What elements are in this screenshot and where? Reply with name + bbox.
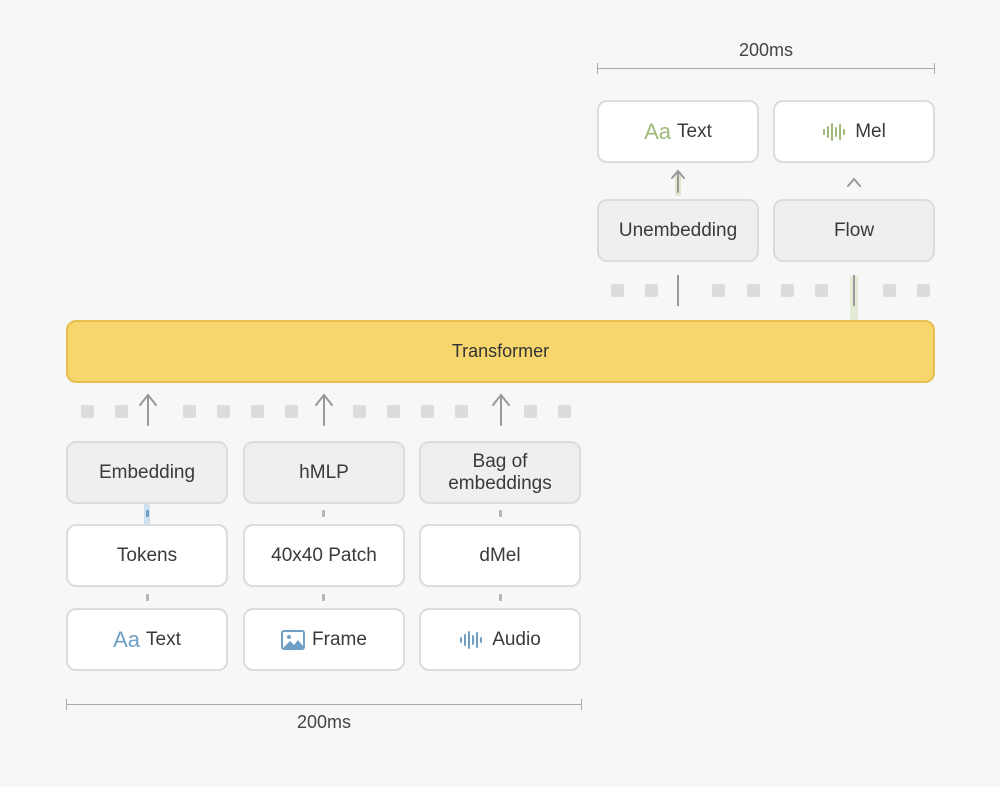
top-dimension-tick-right [934, 63, 935, 74]
dmel-box: dMel [419, 524, 581, 587]
connector-tokens-embedding [146, 510, 149, 517]
arrow-embedding-to-transformer [139, 393, 157, 426]
top-dimension-label: 200ms [738, 40, 794, 60]
input-audio-box: Audio [419, 608, 581, 671]
bottom-dimension-line [66, 704, 582, 705]
output-text-box: Aa Text [597, 100, 759, 163]
top-seq-token [645, 284, 658, 297]
connector-frame-patch [322, 594, 325, 601]
bag-of-embeddings-box: Bag of embeddings [419, 441, 581, 504]
bottom-seq-token [251, 405, 264, 418]
transformer-block: Transformer [66, 320, 935, 383]
output-mel-box: Mel [773, 100, 935, 163]
bottom-dimension-label: 200ms [296, 712, 352, 732]
hmlp-box: hMLP [243, 441, 405, 504]
bottom-seq-token [285, 405, 298, 418]
bottom-seq-token [455, 405, 468, 418]
patch-box: 40x40 Patch [243, 524, 405, 587]
bottom-dimension-tick-right [581, 699, 582, 710]
top-dimension-line [597, 68, 935, 69]
waveform-icon [459, 630, 485, 650]
top-seq-marker-mel [853, 275, 855, 306]
embedding-box: Embedding [66, 441, 228, 504]
bottom-seq-token [421, 405, 434, 418]
top-seq-token [712, 284, 725, 297]
bottom-seq-token [353, 405, 366, 418]
flow-box: Flow [773, 199, 935, 262]
bottom-seq-token [183, 405, 196, 418]
connector-patch-hmlp [322, 510, 325, 517]
arrow-unembedding-to-text [671, 169, 685, 196]
unembedding-box: Unembedding [597, 199, 759, 262]
dmel-label: dMel [479, 544, 521, 566]
input-text-label: Text [146, 628, 181, 650]
input-text-box: Aa Text [66, 608, 228, 671]
arrow-bag-to-transformer [492, 393, 510, 426]
output-text-label: Text [677, 120, 712, 142]
top-seq-token [917, 284, 930, 297]
top-seq-token [747, 284, 760, 297]
bottom-seq-token [217, 405, 230, 418]
input-frame-label: Frame [312, 628, 367, 650]
bottom-dimension-tick-left [66, 699, 67, 710]
connector-audio-dmel [499, 594, 502, 601]
top-seq-marker-text [677, 275, 679, 306]
connector-text-tokens [146, 594, 149, 601]
connector-dmel-bag [499, 510, 502, 517]
bottom-seq-token [81, 405, 94, 418]
top-seq-token [611, 284, 624, 297]
tokens-label: Tokens [116, 544, 178, 566]
input-frame-box: Frame [243, 608, 405, 671]
arrow-flow-to-mel [847, 177, 861, 187]
patch-label: 40x40 Patch [271, 544, 377, 566]
top-dimension-tick-left [597, 63, 598, 74]
text-aa-icon: Aa [113, 626, 141, 652]
image-icon [281, 629, 306, 650]
embedding-label: Embedding [98, 461, 196, 483]
bottom-seq-token [558, 405, 571, 418]
bottom-seq-token [115, 405, 128, 418]
top-seq-token [815, 284, 828, 297]
text-aa-icon: Aa [644, 118, 672, 144]
top-seq-token [781, 284, 794, 297]
waveform-icon [822, 122, 848, 142]
unembedding-label: Unembedding [618, 219, 738, 241]
hmlp-label: hMLP [299, 461, 349, 483]
bag-of-embeddings-label: Bag of embeddings [448, 450, 552, 494]
flow-label: Flow [833, 219, 875, 241]
output-mel-label: Mel [855, 120, 886, 142]
bottom-seq-token [387, 405, 400, 418]
arrow-hmlp-to-transformer [315, 393, 333, 426]
input-audio-label: Audio [492, 628, 541, 650]
top-seq-token [883, 284, 896, 297]
transformer-label: Transformer [451, 341, 550, 361]
tokens-box: Tokens [66, 524, 228, 587]
bottom-seq-token [524, 405, 537, 418]
